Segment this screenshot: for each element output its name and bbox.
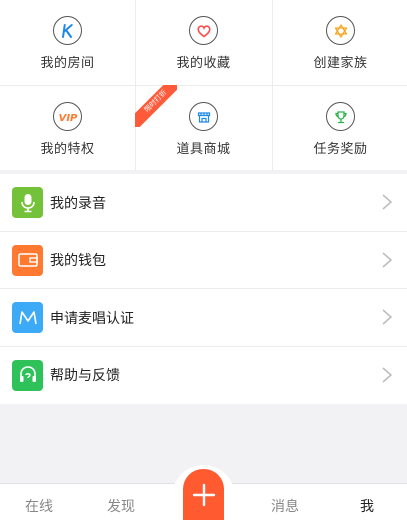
grid-item-label: 道具商城 xyxy=(176,142,231,157)
profile-page: 我的房间 我的收藏 创建家族 VIP 我的特权 道具商城 任务奖励 限时打折 我… xyxy=(0,0,407,520)
tab-me[interactable]: 我 xyxy=(360,496,374,516)
plus-icon xyxy=(192,483,215,506)
grid-item-label: 我的收藏 xyxy=(176,56,231,71)
grid-item-label: 创建家族 xyxy=(313,56,368,71)
grid-item-label: 我的特权 xyxy=(40,142,95,157)
list-item-apply-certification[interactable]: 申请麦唱认证 xyxy=(0,289,407,347)
m-certification-icon xyxy=(12,302,43,334)
menu-list: 我的录音 我的钱包 申请麦唱认证 帮助与反馈 xyxy=(0,174,407,404)
star-of-david-icon xyxy=(326,16,355,45)
list-item-label: 帮助与反馈 xyxy=(50,368,120,385)
grid-item-my-privileges[interactable]: VIP 我的特权 xyxy=(0,86,135,169)
svg-text:VIP: VIP xyxy=(58,113,77,123)
k-room-icon xyxy=(53,16,82,45)
grid-item-label: 我的房间 xyxy=(40,56,95,71)
trophy-icon xyxy=(326,102,355,131)
grid-item-my-room[interactable]: 我的房间 xyxy=(0,0,135,83)
feature-grid: 我的房间 我的收藏 创建家族 VIP 我的特权 道具商城 任务奖励 限时打折 xyxy=(0,0,407,170)
chevron-right-icon xyxy=(382,309,393,325)
list-item-label: 我的录音 xyxy=(50,195,106,212)
list-item-my-wallet[interactable]: 我的钱包 xyxy=(0,232,407,289)
headset-icon xyxy=(12,359,43,391)
list-item-label: 申请麦唱认证 xyxy=(50,310,134,327)
discount-ribbon: 限时打折 xyxy=(135,85,177,127)
list-item-help-feedback[interactable]: 帮助与反馈 xyxy=(0,347,407,405)
wallet-icon xyxy=(12,244,43,276)
shop-icon xyxy=(189,102,218,131)
create-button[interactable] xyxy=(183,469,224,520)
chevron-right-icon xyxy=(382,366,393,383)
grid-item-my-favorites[interactable]: 我的收藏 xyxy=(136,0,271,83)
heart-icon xyxy=(189,16,218,45)
vip-icon: VIP xyxy=(53,102,82,131)
chevron-right-icon xyxy=(382,194,393,210)
grid-item-label: 任务奖励 xyxy=(313,142,368,157)
tab-discover[interactable]: 发现 xyxy=(107,496,135,516)
list-item-my-recordings[interactable]: 我的录音 xyxy=(0,174,407,232)
list-item-label: 我的钱包 xyxy=(50,253,106,270)
discount-ribbon-text: 限时打折 xyxy=(135,85,177,127)
grid-item-create-family[interactable]: 创建家族 xyxy=(273,0,407,83)
grid-item-task-rewards[interactable]: 任务奖励 xyxy=(273,86,407,169)
tab-messages[interactable]: 消息 xyxy=(271,496,299,516)
tab-online[interactable]: 在线 xyxy=(25,496,53,516)
microphone-icon xyxy=(12,187,43,219)
chevron-right-icon xyxy=(382,251,393,268)
